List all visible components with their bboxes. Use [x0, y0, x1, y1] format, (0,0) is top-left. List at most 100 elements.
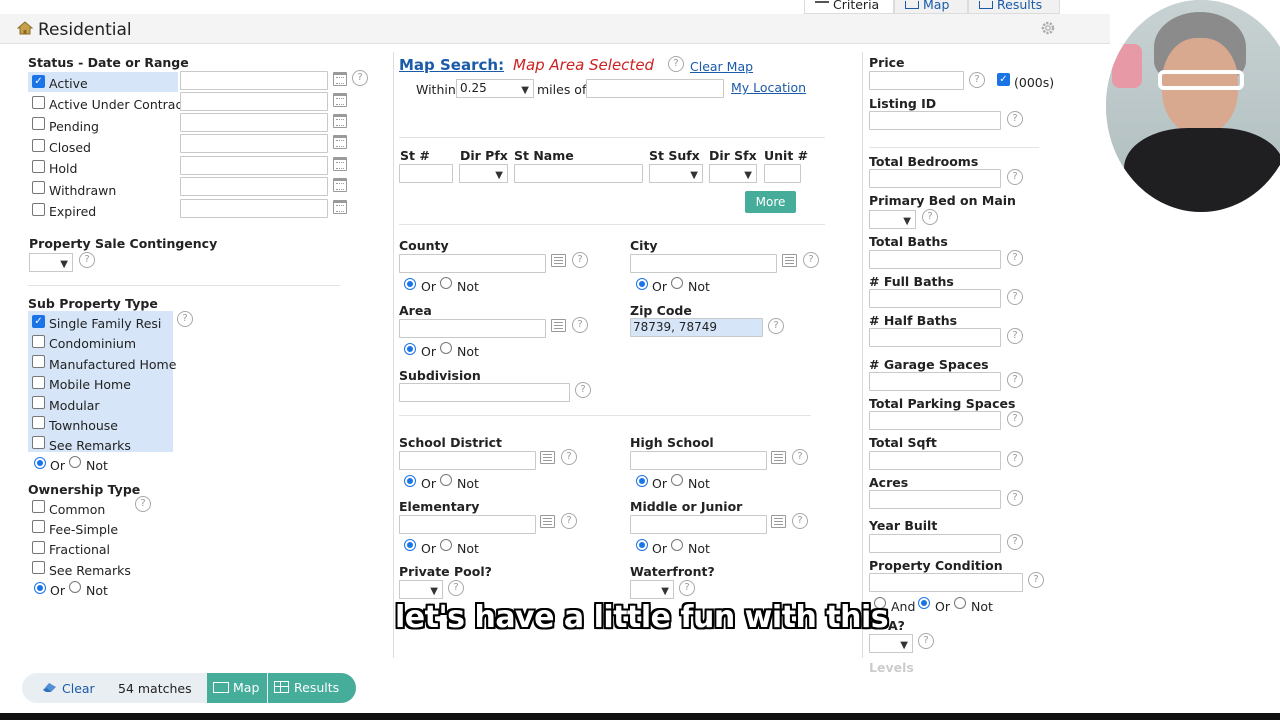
dir-pfx-select[interactable]: ▼	[459, 164, 508, 183]
help-icon[interactable]: ?	[1007, 490, 1023, 506]
full-baths-input[interactable]	[869, 289, 1001, 308]
help-icon[interactable]: ?	[561, 449, 577, 465]
sub-type-checkbox-condominium[interactable]	[32, 335, 45, 348]
school-district-not-radio[interactable]	[440, 474, 452, 486]
clear-map-link[interactable]: Clear Map	[690, 59, 753, 74]
price-input[interactable]	[869, 71, 964, 90]
lookup-list-icon[interactable]	[551, 254, 566, 267]
help-icon[interactable]: ?	[1028, 572, 1044, 588]
calendar-icon[interactable]	[333, 72, 347, 86]
middle-or-junior-input[interactable]	[630, 515, 767, 534]
help-icon[interactable]: ?	[575, 382, 591, 398]
help-icon[interactable]: ?	[668, 56, 684, 72]
status-checkbox-pending[interactable]	[32, 117, 45, 130]
more-button[interactable]: More	[745, 191, 796, 213]
gear-icon[interactable]	[1040, 20, 1056, 36]
lookup-list-icon[interactable]	[771, 515, 786, 528]
help-icon[interactable]: ?	[922, 209, 938, 225]
elementary-or-radio[interactable]	[404, 539, 416, 551]
half-baths-input[interactable]	[869, 328, 1001, 347]
primary-bed-on-main-select[interactable]: ▼	[869, 210, 916, 229]
help-icon[interactable]: ?	[792, 513, 808, 529]
property-condition-not-radio[interactable]	[954, 597, 966, 609]
st-sufx-select[interactable]: ▼	[649, 164, 703, 183]
year-built-input[interactable]	[869, 534, 1001, 553]
property-condition-input[interactable]	[869, 573, 1023, 592]
help-icon[interactable]: ?	[1007, 169, 1023, 185]
area-input[interactable]	[399, 319, 546, 338]
status-checkbox-expired[interactable]	[32, 203, 45, 216]
status-date-input-pending[interactable]	[180, 113, 328, 132]
hoa-select[interactable]: ▼	[869, 634, 913, 653]
waterfront-select[interactable]: ▼	[630, 580, 674, 599]
bottom-map-button[interactable]: Map	[207, 673, 267, 703]
sub-type-checkbox-mobile-home[interactable]	[32, 376, 45, 389]
ownership-or-radio[interactable]	[34, 582, 46, 594]
elementary-input[interactable]	[399, 515, 536, 534]
sub-type-checkbox-modular[interactable]	[32, 396, 45, 409]
status-date-input-hold[interactable]	[180, 156, 328, 175]
middle-or-junior-not-radio[interactable]	[671, 539, 683, 551]
garage-spaces-input[interactable]	[869, 372, 1001, 391]
lookup-list-icon[interactable]	[551, 319, 566, 332]
area-not-radio[interactable]	[440, 342, 452, 354]
st-num-input[interactable]	[399, 164, 453, 183]
within-distance-select[interactable]: 0.25 ▼	[456, 79, 534, 98]
status-checkbox-active-under-contract[interactable]	[32, 96, 45, 109]
unit-num-input[interactable]	[764, 164, 801, 183]
status-checkbox-withdrawn[interactable]	[32, 181, 45, 194]
total-sqft-input[interactable]	[869, 451, 1001, 470]
thousands-checkbox[interactable]: ✓	[997, 73, 1010, 86]
total-parking-spaces-input[interactable]	[869, 411, 1001, 430]
help-icon[interactable]: ?	[448, 580, 464, 596]
help-icon[interactable]: ?	[352, 70, 368, 86]
help-icon[interactable]: ?	[1007, 372, 1023, 388]
miles-of-address-input[interactable]	[586, 79, 724, 98]
calendar-icon[interactable]	[333, 114, 347, 128]
calendar-icon[interactable]	[333, 200, 347, 214]
tab-map[interactable]: Map	[894, 0, 968, 14]
help-icon[interactable]: ?	[803, 252, 819, 268]
high-school-or-radio[interactable]	[636, 475, 648, 487]
help-icon[interactable]: ?	[792, 449, 808, 465]
private-pool-select[interactable]: ▼	[399, 580, 443, 599]
lookup-list-icon[interactable]	[771, 451, 786, 464]
ownership-checkbox-fee-simple[interactable]	[32, 520, 45, 533]
city-not-radio[interactable]	[671, 277, 683, 289]
property-condition-or-radio[interactable]	[918, 597, 930, 609]
help-icon[interactable]: ?	[1007, 328, 1023, 344]
city-or-radio[interactable]	[636, 278, 648, 290]
clear-button[interactable]: Clear	[62, 681, 95, 696]
status-checkbox-hold[interactable]	[32, 160, 45, 173]
property-sale-contingency-select[interactable]: ▼	[29, 253, 73, 272]
help-icon[interactable]: ?	[572, 252, 588, 268]
help-icon[interactable]: ?	[768, 318, 784, 334]
zip-code-input[interactable]: 78739, 78749	[630, 318, 763, 337]
help-icon[interactable]: ?	[1007, 411, 1023, 427]
my-location-link[interactable]: My Location	[731, 80, 806, 95]
acres-input[interactable]	[869, 490, 1001, 509]
sub-type-or-radio[interactable]	[34, 457, 46, 469]
status-checkbox-closed[interactable]	[32, 139, 45, 152]
county-or-radio[interactable]	[404, 278, 416, 290]
status-date-input-closed[interactable]	[180, 134, 328, 153]
middle-or-junior-or-radio[interactable]	[636, 539, 648, 551]
school-district-input[interactable]	[399, 451, 536, 470]
sub-type-checkbox-see-remarks[interactable]	[32, 436, 45, 449]
lookup-list-icon[interactable]	[540, 515, 555, 528]
help-icon[interactable]: ?	[1007, 534, 1023, 550]
calendar-icon[interactable]	[333, 157, 347, 171]
status-date-input-withdrawn[interactable]	[180, 177, 328, 196]
elementary-not-radio[interactable]	[440, 539, 452, 551]
tab-criteria[interactable]: Criteria	[804, 0, 894, 14]
calendar-icon[interactable]	[333, 135, 347, 149]
help-icon[interactable]: ?	[679, 580, 695, 596]
help-icon[interactable]: ?	[79, 252, 95, 268]
ownership-checkbox-see-remarks[interactable]	[32, 561, 45, 574]
calendar-icon[interactable]	[333, 178, 347, 192]
help-icon[interactable]: ?	[1007, 289, 1023, 305]
help-icon[interactable]: ?	[135, 496, 151, 512]
help-icon[interactable]: ?	[561, 513, 577, 529]
dir-sfx-select[interactable]: ▼	[709, 164, 757, 183]
county-not-radio[interactable]	[440, 277, 452, 289]
